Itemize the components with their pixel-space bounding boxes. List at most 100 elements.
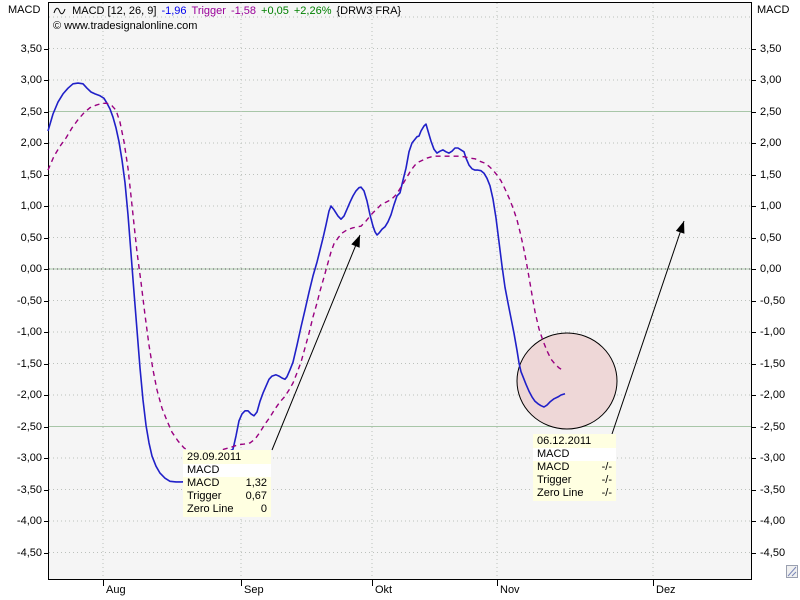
tooltip-row-label: Trigger <box>537 474 572 486</box>
y-axis-tick <box>752 332 756 333</box>
y-axis-label-right: -0,50 <box>760 294 786 307</box>
y-axis-tick <box>44 552 48 554</box>
y-axis-tick <box>752 458 756 459</box>
tooltip-row-label: Zero Line <box>537 487 584 499</box>
y-axis-tick <box>752 300 756 302</box>
y-axis-label-right: -3,50 <box>760 483 786 496</box>
y-axis-label-left: 0,50 <box>20 231 42 244</box>
y-axis-label-left: -1,00 <box>16 326 42 338</box>
x-axis-tick <box>653 579 654 586</box>
y-axis-tick <box>752 395 756 396</box>
tooltip-row: MACD -/- <box>533 461 616 474</box>
x-axis-month-label: Aug <box>106 584 126 596</box>
tooltip-row: Trigger 0,67 <box>183 490 271 503</box>
y-axis-tick <box>44 111 48 113</box>
y-axis-label-right: 1,00 <box>760 200 782 212</box>
x-axis-month-label: Sep <box>244 584 264 596</box>
tooltip-row: MACD 1,32 <box>183 477 271 490</box>
y-axis-label-left: -0,50 <box>16 294 42 307</box>
y-axis-label-right: -1,00 <box>760 326 786 338</box>
y-axis-tick <box>752 206 756 207</box>
y-axis-label-left: 1,50 <box>20 168 42 181</box>
y-axis-label-left: 0,00 <box>20 263 42 275</box>
y-axis-label-left: 3,00 <box>20 74 42 86</box>
annotation-arrow-line <box>611 220 685 435</box>
y-axis-tick <box>44 80 48 81</box>
y-axis-tick <box>752 552 756 554</box>
y-axis-tick <box>752 111 756 113</box>
tooltip-row: Zero Line 0 <box>183 503 271 516</box>
x-axis-month-label: Okt <box>375 584 393 596</box>
tooltip-row: Zero Line -/- <box>533 487 616 500</box>
data-tooltip-sep29: 29.09.2011 MACD MACD 1,32 Trigger 0,67 Z… <box>183 450 271 517</box>
y-axis-label-left: -3,00 <box>16 452 42 464</box>
y-axis-tick <box>44 206 48 207</box>
x-axis-tick <box>241 579 242 586</box>
y-axis-tick <box>752 174 756 176</box>
y-axis-label-right: 2,00 <box>760 137 782 149</box>
tooltip-indicator-row: MACD <box>533 448 616 461</box>
y-axis-tick <box>44 521 48 522</box>
tooltip-date-text: 29.09.2011 <box>187 451 242 463</box>
header-segment: -1,58 <box>230 5 257 17</box>
tooltip-indicator-row: MACD <box>183 464 271 477</box>
header-segment: -1,96 <box>161 5 187 17</box>
y-axis-tick <box>752 269 756 270</box>
x-axis-month-label: Nov <box>500 584 520 596</box>
y-axis-label-left: -1,50 <box>16 357 42 370</box>
tooltip-row-value: 0,67 <box>245 490 267 502</box>
y-axis-tick <box>44 489 48 491</box>
annotation-arrowhead <box>675 221 685 234</box>
x-axis-tick <box>103 579 104 586</box>
y-axis-tick <box>44 237 48 239</box>
y-axis-tick <box>752 237 756 239</box>
y-axis-tick <box>44 458 48 459</box>
header-segment: Trigger <box>191 5 226 17</box>
y-axis-label-left: 2,50 <box>20 105 42 118</box>
y-axis-label-left: -2,50 <box>16 420 42 433</box>
y-axis-tick <box>44 143 48 144</box>
tooltip-row: Trigger -/- <box>533 474 616 487</box>
tooltip-date: 29.09.2011 <box>183 451 271 464</box>
y-axis-label-right: -4,00 <box>760 515 786 527</box>
tooltip-row-value: -/- <box>601 461 612 473</box>
tooltip-row-label: MACD <box>187 477 220 489</box>
y-axis-label-right: 3,50 <box>760 42 782 55</box>
tooltip-row-value: -/- <box>601 487 612 499</box>
tooltip-row-label: Trigger <box>187 490 222 502</box>
tooltip-indicator-text: MACD <box>537 448 570 460</box>
y-axis-tick <box>752 48 756 50</box>
y-axis-label-right: 1,50 <box>760 168 782 181</box>
tooltip-indicator-text: MACD <box>187 464 220 476</box>
y-axis-label-left: -3,50 <box>16 483 42 496</box>
y-axis-tick <box>44 269 48 270</box>
x-axis-tick <box>497 579 498 586</box>
y-axis-tick <box>44 426 48 428</box>
data-tooltip-dec06: 06.12.2011 MACD MACD -/- Trigger -/- Zer… <box>533 434 616 501</box>
x-axis-month-label: Dez <box>656 584 676 596</box>
y-axis-tick <box>752 521 756 522</box>
trigger-line <box>47 102 564 457</box>
left-axis-title: MACD <box>8 4 41 16</box>
header-segment: MACD [12, 26, 9] <box>72 5 157 17</box>
y-axis-label-right: -2,00 <box>760 389 786 401</box>
x-axis-tick <box>372 579 373 586</box>
y-axis-tick <box>752 363 756 365</box>
right-axis-title: MACD <box>757 4 790 16</box>
tooltip-row-value: 1,32 <box>245 477 267 489</box>
tooltip-date: 06.12.2011 <box>533 435 616 448</box>
y-axis-tick <box>44 332 48 333</box>
annotation-circle <box>516 332 618 430</box>
annotation-arrowhead <box>351 235 360 248</box>
tooltip-row-value: -/- <box>601 474 612 486</box>
y-axis-label-left: 2,00 <box>20 137 42 149</box>
y-axis-label-left: -2,00 <box>16 389 42 401</box>
y-axis-label-right: 0,00 <box>760 263 782 275</box>
y-axis-label-left: -4,00 <box>16 515 42 527</box>
y-axis-label-right: -4,50 <box>760 546 786 559</box>
resize-grip-icon[interactable] <box>786 565 798 578</box>
y-axis-tick <box>44 174 48 176</box>
y-axis-tick <box>44 395 48 396</box>
indicator-header-line1: MACD [12, 26, 9] -1,96 Trigger -1,58 +0,05 +2… <box>53 5 406 19</box>
y-axis-tick <box>752 426 756 428</box>
